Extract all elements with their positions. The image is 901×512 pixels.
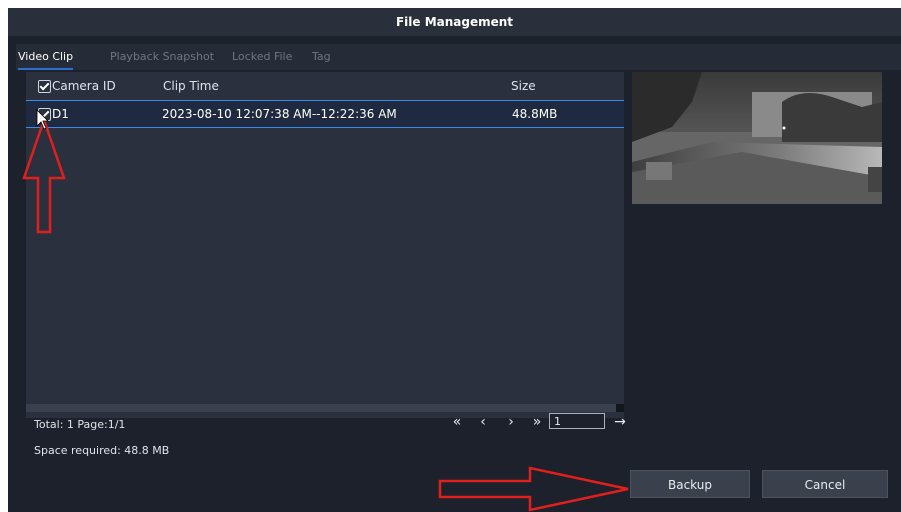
cell-size: 48.8MB xyxy=(512,107,558,121)
tab-tag[interactable]: Tag xyxy=(312,44,331,70)
video-preview xyxy=(632,72,882,204)
dialog-title: File Management xyxy=(8,8,901,36)
first-page-icon[interactable]: « xyxy=(450,413,464,431)
go-page-icon[interactable]: → xyxy=(613,413,627,431)
cell-camera-id: D1 xyxy=(52,107,69,121)
scrollbar-end-cap xyxy=(616,404,624,412)
camera-preview-image xyxy=(632,72,882,204)
backup-button[interactable]: Backup xyxy=(630,470,750,498)
column-header-camera-id: Camera ID xyxy=(52,79,116,93)
next-page-icon[interactable]: › xyxy=(504,413,518,431)
tab-playback-snapshot[interactable]: Playback Snapshot xyxy=(110,44,214,70)
cancel-button[interactable]: Cancel xyxy=(762,470,888,498)
total-page-info: Total: 1 Page:1/1 xyxy=(34,418,126,431)
prev-page-icon[interactable]: ‹ xyxy=(476,413,490,431)
active-tab-indicator xyxy=(18,68,74,70)
row-checkbox[interactable] xyxy=(38,108,51,121)
last-page-icon[interactable]: » xyxy=(530,413,544,431)
clip-list: Camera ID Clip Time Size D1 2023-08-10 1… xyxy=(26,72,624,418)
space-required: Space required: 48.8 MB xyxy=(34,444,170,457)
tab-video-clip-label: Video Clip xyxy=(18,50,74,63)
horizontal-scrollbar[interactable] xyxy=(26,404,624,412)
table-row[interactable]: D1 2023-08-10 12:07:38 AM--12:22:36 AM 4… xyxy=(26,101,624,128)
tab-locked-file[interactable]: Locked File xyxy=(232,44,292,70)
tab-bar: Video Clip Playback Snapshot Locked File… xyxy=(16,44,901,70)
column-header-clip-time: Clip Time xyxy=(163,79,219,93)
column-header-size: Size xyxy=(511,79,536,93)
select-all-checkbox[interactable] xyxy=(38,80,51,93)
table-header: Camera ID Clip Time Size xyxy=(26,72,624,101)
page-number-input[interactable]: 1 xyxy=(549,413,605,429)
tab-video-clip[interactable]: Video Clip xyxy=(18,44,74,70)
cell-clip-time: 2023-08-10 12:07:38 AM--12:22:36 AM xyxy=(162,107,397,121)
